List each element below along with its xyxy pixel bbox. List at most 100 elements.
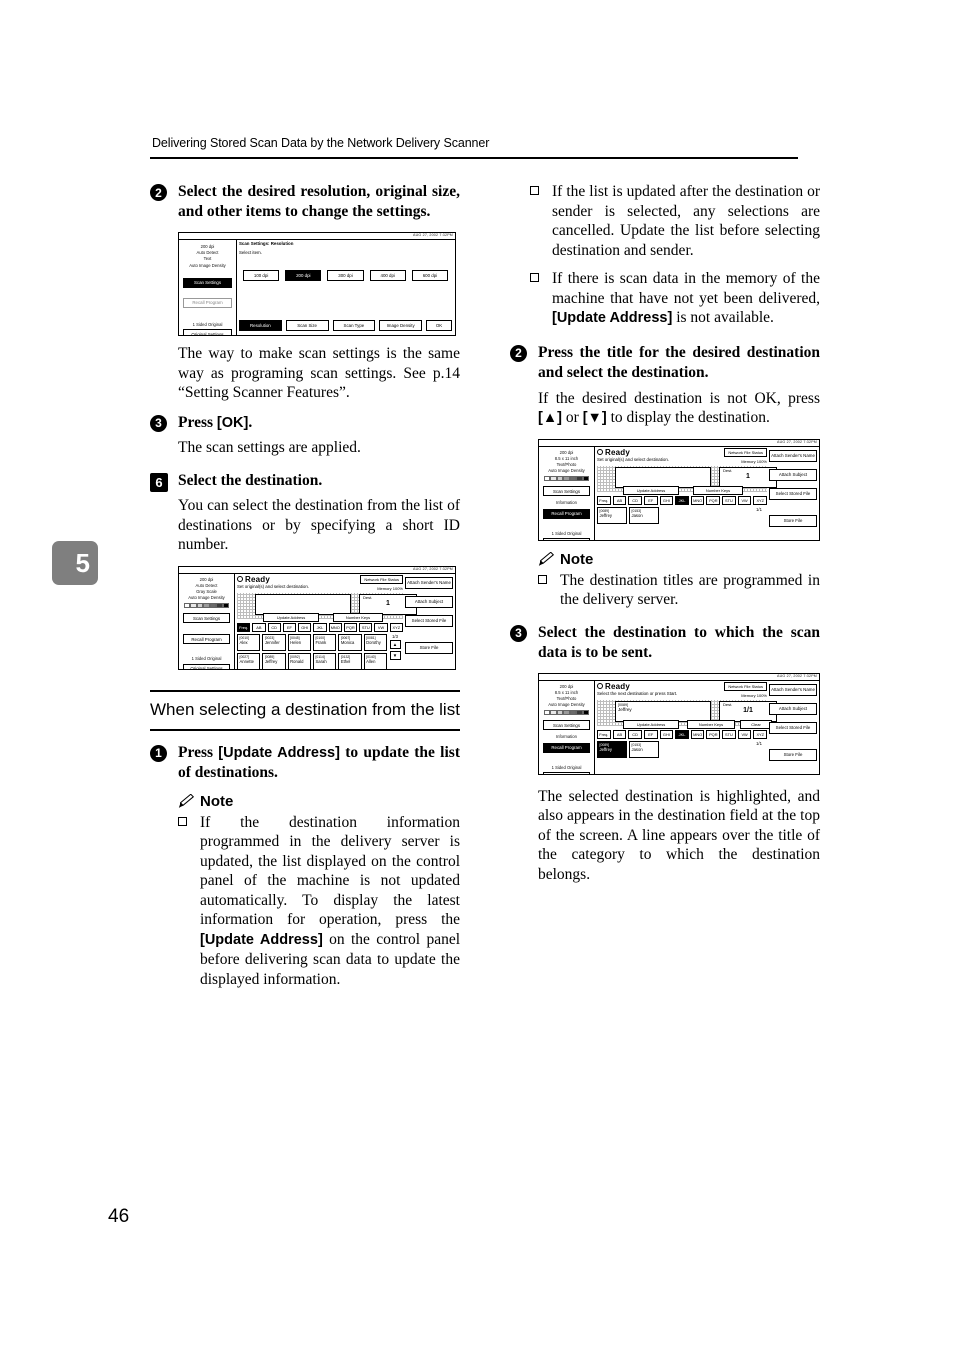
- lcd4-tab-pqr[interactable]: PQR: [706, 729, 721, 739]
- lcd4-tab-ghi[interactable]: GHI: [659, 729, 674, 739]
- arrow-down-key: [▼]: [582, 410, 607, 426]
- lcd2-tab-xyz[interactable]: XYZ: [389, 622, 403, 632]
- lcd3-tab-vw[interactable]: VW: [737, 495, 752, 505]
- lcd3-store-file-button[interactable]: Store File: [769, 514, 817, 527]
- lcd3-update-address-button[interactable]: Update Address: [623, 485, 679, 495]
- lcd4-clear-button[interactable]: Clear: [740, 719, 772, 729]
- lcd1-res-600[interactable]: 600 dpi: [411, 270, 449, 281]
- lcd2-attach-senders-name-button[interactable]: Attach Sender's Name: [405, 576, 453, 589]
- lcd1-scan-settings-button[interactable]: Scan Settings: [183, 277, 232, 288]
- lcd3-tab-ef[interactable]: EF: [643, 495, 658, 505]
- lcd4-tab-jkl[interactable]: JKL: [675, 729, 689, 739]
- lcd1-res-100[interactable]: 100 dpi: [243, 270, 280, 281]
- lcd4-tab-freq[interactable]: Freq.: [597, 729, 611, 739]
- list-item[interactable]: [0114] Sarah: [312, 652, 337, 669]
- lcd4-tab-mno[interactable]: MNO: [690, 729, 705, 739]
- lcd3-tab-ghi[interactable]: GHI: [659, 495, 674, 505]
- lcd1-tab-scan-size[interactable]: Scan Size: [285, 320, 329, 331]
- list-item[interactable]: [0140] Allen: [363, 652, 387, 669]
- lcd4-recall-program-button[interactable]: Recall Program: [543, 742, 590, 753]
- lcd4-update-address-button[interactable]: Update Address: [623, 719, 679, 729]
- list-item[interactable]: [0027] Annette: [237, 652, 261, 669]
- list-item[interactable]: [0153] Jason: [629, 740, 659, 758]
- lcd4-original-settings-button[interactable]: Original Settings: [543, 771, 590, 774]
- lcd3-tab-stu[interactable]: STU: [722, 495, 736, 505]
- list-item[interactable]: [0092] Ronald: [287, 652, 311, 669]
- list-item[interactable]: [0067] Monica: [338, 633, 362, 651]
- lcd1-original-settings-button[interactable]: Original Settings: [183, 329, 232, 335]
- lcd3-tab-cd[interactable]: CD: [628, 495, 642, 505]
- lcd2-tab-freq[interactable]: Freq.: [237, 622, 251, 632]
- lcd3-tab-xyz[interactable]: XYZ: [753, 495, 768, 505]
- lcd4-attach-subject-button[interactable]: Attach Subject: [769, 702, 817, 715]
- lcd3-tab-freq[interactable]: Freq.: [597, 495, 611, 505]
- lcd2-tab-pqr[interactable]: PQR: [343, 622, 358, 632]
- list-item[interactable]: [0089] Jeffrey: [597, 740, 627, 758]
- lcd2-select-stored-file-button[interactable]: Select Stored File: [405, 614, 453, 627]
- lcd1-ok-button[interactable]: OK: [426, 320, 452, 331]
- lcd4-select-stored-file-button[interactable]: Select Stored File: [769, 721, 817, 734]
- lcd2-number-keys-button[interactable]: Number Keys: [333, 612, 383, 622]
- lcd2-recall-program-button[interactable]: Recall Program: [183, 634, 230, 645]
- lcd4-tab-xyz[interactable]: XYZ: [753, 729, 768, 739]
- list-item[interactable]: [0045] Helen: [287, 633, 311, 651]
- lcd3-scan-settings-button[interactable]: Scan Settings: [543, 486, 590, 497]
- lcd4-tab-stu[interactable]: STU: [722, 729, 736, 739]
- lcd2-store-file-button[interactable]: Store File: [405, 641, 453, 654]
- lcd2-scroll-up-button[interactable]: ▲: [389, 639, 401, 649]
- lcd2-tab-mno[interactable]: MNO: [328, 622, 342, 632]
- lcd3-number-keys-button[interactable]: Number Keys: [693, 485, 743, 495]
- lcd2-tab-ghi[interactable]: GHI: [298, 622, 312, 632]
- lcd2-network-file-status-button[interactable]: Network File Status: [360, 574, 403, 584]
- lcd1-res-300[interactable]: 300 dpi: [327, 270, 364, 281]
- lcd4-tab-ab[interactable]: AB: [612, 729, 627, 739]
- list-item[interactable]: [0081] Dorothy: [363, 633, 387, 651]
- lcd1-tab-resolution[interactable]: Resolution: [239, 320, 282, 331]
- lcd4-store-file-button[interactable]: Store File: [769, 748, 817, 761]
- lcd3-attach-senders-name-button[interactable]: Attach Sender's Name: [769, 449, 817, 462]
- lcd1-recall-program-button[interactable]: Recall Program: [183, 297, 232, 308]
- lcd2-tab-jkl[interactable]: JKL: [313, 622, 327, 632]
- lcd1-res-400[interactable]: 400 dpi: [369, 270, 406, 281]
- lcd3-tab-mno[interactable]: MNO: [690, 495, 705, 505]
- list-item[interactable]: [0100] Frank: [312, 633, 337, 651]
- lcd2-scroll-down-button[interactable]: ▼: [389, 650, 401, 660]
- lcd3-tab-pqr[interactable]: PQR: [706, 495, 721, 505]
- lcd1-res-200[interactable]: 200 dpi: [285, 270, 322, 281]
- list-item[interactable]: [0023] Jennifer: [262, 633, 286, 651]
- lcd1-tab-image-density[interactable]: Image Density: [379, 320, 422, 331]
- lcd3-destination-field[interactable]: [615, 466, 711, 488]
- lcd1-tab-scan-type[interactable]: Scan Type: [332, 320, 376, 331]
- lcd4-destination-field[interactable]: [0089] Jeffrey: [615, 700, 711, 722]
- lcd2-tab-vw[interactable]: VW: [374, 622, 388, 632]
- list-item[interactable]: [0089] Jeffrey: [262, 652, 286, 669]
- lcd4-tab-cd[interactable]: CD: [628, 729, 642, 739]
- lcd2-page-indicator: 1/3: [392, 633, 398, 639]
- lcd3-tab-ab[interactable]: AB: [612, 495, 627, 505]
- lcd4-network-file-status-button[interactable]: Network File Status: [724, 681, 767, 691]
- lcd2-attach-subject-button[interactable]: Attach Subject: [405, 595, 453, 608]
- lcd4-number-keys-button[interactable]: Number Keys: [687, 719, 735, 729]
- list-item[interactable]: [0010] Alex: [237, 633, 261, 651]
- list-item[interactable]: [0089] Jeffrey: [597, 506, 627, 524]
- lcd4-scan-settings-button[interactable]: Scan Settings: [543, 720, 590, 731]
- lcd2-tab-stu[interactable]: STU: [359, 622, 373, 632]
- list-item[interactable]: [0132] Ethel: [338, 652, 362, 669]
- lcd3-attach-subject-button[interactable]: Attach Subject: [769, 468, 817, 481]
- lcd3-recall-program-button[interactable]: Recall Program: [543, 508, 590, 519]
- lcd4-tab-ef[interactable]: EF: [643, 729, 658, 739]
- lcd3-original-settings-button[interactable]: Original Settings: [543, 537, 590, 540]
- lcd3-tab-jkl[interactable]: JKL: [675, 495, 689, 505]
- lcd2-update-address-button[interactable]: Update Address: [263, 612, 319, 622]
- lcd2-tab-cd[interactable]: CD: [267, 622, 281, 632]
- lcd2-scan-settings-button[interactable]: Scan Settings: [183, 613, 230, 624]
- lcd2-tab-ab[interactable]: AB: [252, 622, 266, 632]
- lcd2-original-settings-button[interactable]: Original Settings: [183, 663, 230, 669]
- list-item[interactable]: [0153] Jason: [629, 506, 659, 524]
- lcd2-destination-field[interactable]: [255, 593, 351, 615]
- lcd3-select-stored-file-button[interactable]: Select Stored File: [769, 487, 817, 500]
- lcd3-network-file-status-button[interactable]: Network File Status: [724, 447, 767, 457]
- lcd4-attach-senders-name-button[interactable]: Attach Sender's Name: [769, 683, 817, 696]
- lcd4-tab-vw[interactable]: VW: [737, 729, 752, 739]
- lcd2-tab-ef[interactable]: EF: [282, 622, 297, 632]
